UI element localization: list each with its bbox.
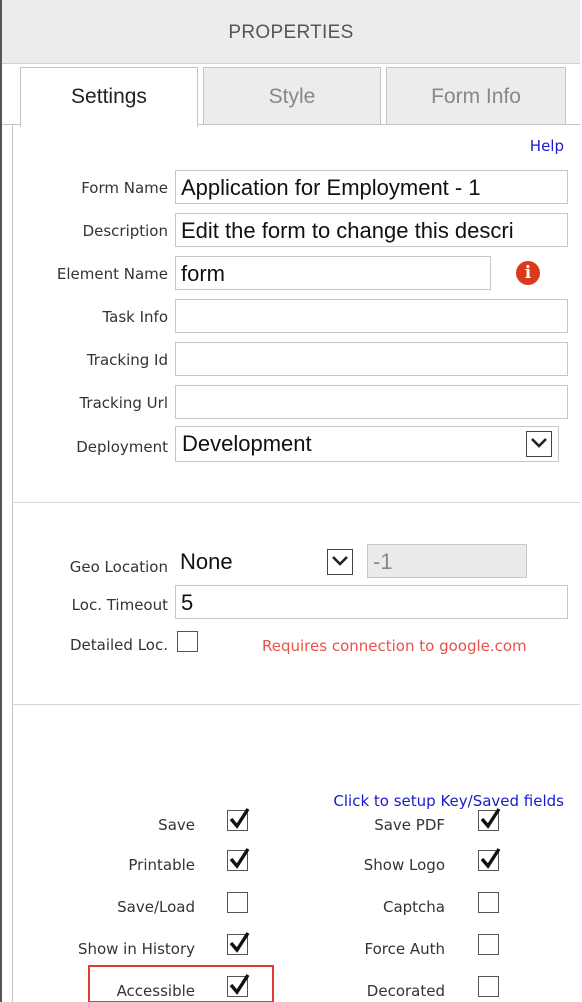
- form-name-input[interactable]: Application for Employment - 1: [175, 170, 568, 204]
- geo-location-value: None: [180, 549, 233, 574]
- deployment-select[interactable]: Development: [175, 426, 559, 462]
- help-link[interactable]: Help: [530, 137, 564, 155]
- section-divider: [12, 502, 580, 503]
- element-name-input[interactable]: form: [175, 256, 491, 290]
- accessible-highlight-box: [88, 965, 274, 1002]
- deployment-value: Development: [182, 431, 312, 456]
- panel-header: PROPERTIES: [2, 0, 580, 64]
- geo-location-label: Geo Location: [69, 558, 168, 576]
- info-icon[interactable]: i: [516, 261, 540, 285]
- description-input[interactable]: Edit the form to change this descri: [175, 213, 568, 247]
- option-checkbox[interactable]: [227, 808, 250, 831]
- option-label: Force Auth: [364, 940, 445, 958]
- task-info-label: Task Info: [102, 308, 168, 326]
- option-checkbox[interactable]: [227, 848, 250, 871]
- option-label: Show Logo: [363, 856, 445, 874]
- loc-timeout-input[interactable]: 5: [175, 585, 568, 619]
- detailed-loc-label: Detailed Loc.: [70, 636, 168, 654]
- option-label: Save PDF: [374, 816, 445, 834]
- chevron-down-icon[interactable]: [327, 549, 353, 575]
- task-info-input[interactable]: [175, 299, 568, 333]
- panel-body-border: [12, 124, 13, 1002]
- option-checkbox[interactable]: [478, 848, 501, 871]
- option-label: Show in History: [77, 940, 195, 958]
- tracking-url-input[interactable]: [175, 385, 568, 419]
- form-name-label: Form Name: [81, 179, 168, 197]
- chevron-down-icon[interactable]: [526, 431, 552, 457]
- section-divider: [12, 704, 580, 705]
- option-checkbox[interactable]: [478, 976, 499, 997]
- key-saved-fields-link[interactable]: Click to setup Key/Saved fields: [333, 792, 564, 810]
- option-label: Captcha: [382, 898, 445, 916]
- tracking-id-input[interactable]: [175, 342, 568, 376]
- description-label: Description: [82, 222, 168, 240]
- geo-location-extra-input: -1: [367, 544, 527, 578]
- element-name-label: Element Name: [56, 265, 168, 283]
- geo-location-select[interactable]: None: [175, 544, 358, 580]
- option-checkbox[interactable]: [478, 808, 501, 831]
- tracking-id-label: Tracking Id: [86, 351, 168, 369]
- panel-title: PROPERTIES: [228, 22, 354, 43]
- option-checkbox[interactable]: [227, 932, 250, 955]
- google-warning-text: Requires connection to google.com: [262, 637, 527, 655]
- option-checkbox[interactable]: [227, 892, 248, 913]
- detailed-loc-checkbox[interactable]: [177, 631, 198, 652]
- loc-timeout-label: Loc. Timeout: [71, 596, 168, 614]
- option-checkbox[interactable]: [478, 892, 499, 913]
- deployment-label: Deployment: [76, 438, 168, 456]
- option-label: Printable: [128, 856, 195, 874]
- tab-settings[interactable]: Settings: [20, 67, 198, 127]
- tab-form-info[interactable]: Form Info: [386, 67, 566, 125]
- tab-style[interactable]: Style: [203, 67, 381, 125]
- option-label: Save/Load: [117, 898, 195, 916]
- option-checkbox[interactable]: [478, 934, 499, 955]
- option-label: Decorated: [366, 982, 445, 1000]
- option-label: Save: [158, 816, 195, 834]
- tracking-url-label: Tracking Url: [79, 394, 168, 412]
